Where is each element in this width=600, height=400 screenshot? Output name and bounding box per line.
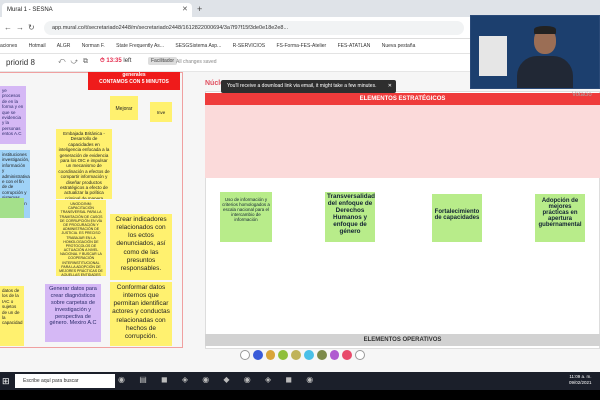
bookmark-item[interactable]: FS-Forma-FES-Atelier xyxy=(276,43,326,49)
sticker-toolbar xyxy=(240,348,366,362)
timer-unit: left xyxy=(123,58,132,64)
sticker-icon[interactable] xyxy=(291,350,302,360)
taskbar-search[interactable]: Escribe aquí para buscar xyxy=(15,374,115,388)
mural-title[interactable]: priorid 8 xyxy=(6,58,35,67)
strategic-header: ELEMENTOS ESTRATÉGICOS xyxy=(205,93,600,105)
background-shelf xyxy=(479,36,507,76)
person-hair xyxy=(534,26,556,34)
sticky-note[interactable]: Inve xyxy=(150,102,172,122)
banner-subtitle: generales xyxy=(122,72,146,78)
bookmark-item[interactable]: SESGSistema Asp... xyxy=(175,43,221,49)
sticker-icon[interactable] xyxy=(329,350,340,360)
browser-tab[interactable]: Mural 1 - SESNA ✕ xyxy=(2,3,192,17)
operativos-header: ELEMENTOS OPERATIVOS xyxy=(205,334,600,346)
close-icon[interactable]: ✕ xyxy=(182,3,188,17)
timer[interactable]: ⏱ 13:35 left xyxy=(100,58,131,65)
bookmark-item[interactable]: State Frequently As... xyxy=(116,43,164,49)
screen: Mural 1 - SESNA ✕ + ←→↻ app.mural.co/t/s… xyxy=(0,0,600,390)
nav-buttons[interactable]: ←→↻ xyxy=(4,23,39,32)
sticker-icon[interactable] xyxy=(265,350,276,360)
letterbox xyxy=(0,390,600,400)
banner: generales CONTAMOS CON 5 MINUTOS xyxy=(88,72,180,90)
download-toast[interactable]: You'll receive a download link via email… xyxy=(221,80,396,93)
windows-icon[interactable]: ⊞ xyxy=(2,376,12,386)
sticker-icon[interactable] xyxy=(304,350,314,360)
clock[interactable]: 11:09 a. m. 09/02/2021 xyxy=(569,374,592,387)
bookmark-item[interactable]: FES-ATATLAN xyxy=(338,43,371,49)
sticker-icon[interactable] xyxy=(278,350,289,360)
close-icon[interactable]: ✕ xyxy=(388,80,392,93)
mural-canvas[interactable]: generales CONTAMOS CON 5 MINUTOS Mejorar… xyxy=(0,72,600,372)
sticky-note[interactable]: ye procesos de en la forma y en que se e… xyxy=(0,86,26,144)
bookmark-item[interactable]: aciones xyxy=(0,43,17,49)
bookmark-item[interactable]: ALGR xyxy=(57,43,71,49)
video-thumbnail[interactable] xyxy=(470,15,600,89)
bookmark-item[interactable]: Nueva pestaña xyxy=(382,43,416,49)
sticky-note-small[interactable] xyxy=(0,198,24,218)
bookmark-item[interactable]: Norman F. xyxy=(82,43,105,49)
sticky-note[interactable]: Crear indicadores relacionados con los e… xyxy=(110,214,172,280)
banner-title: CONTAMOS CON 5 MINUTOS xyxy=(99,79,169,85)
sticker-icon[interactable] xyxy=(316,350,327,360)
sticky-note[interactable]: UNODC/INM: CAPACITACIÓN TRANSVERSAL PARA… xyxy=(56,200,106,276)
sticky-note[interactable]: Mejorar xyxy=(110,96,138,120)
strategic-element[interactable]: Adopción de mejores prácticas en apertur… xyxy=(535,194,585,242)
facilitator-badge[interactable]: Facilitador xyxy=(148,57,178,65)
sticky-note[interactable]: Embajada Británica - Desarrollo de capac… xyxy=(56,129,112,199)
user-icon[interactable] xyxy=(252,350,263,360)
sticker-icon[interactable] xyxy=(342,350,353,360)
sticky-note[interactable]: Generar datos para crear diagnósticos so… xyxy=(45,284,101,342)
url-field[interactable]: app.mural.co/t/secretariado2448/m/secret… xyxy=(44,21,464,35)
sticky-note[interactable]: datos de los de la IAC o sujetos de un d… xyxy=(0,286,24,346)
bookmark-item[interactable]: Hotmail xyxy=(29,43,46,49)
autosave-status: All changes saved xyxy=(176,59,217,65)
new-tab-icon[interactable]: + xyxy=(197,4,202,14)
strategic-element[interactable]: Fortalecimiento de capacidades xyxy=(432,194,482,242)
bookmark-item[interactable]: R-SERVICIOS xyxy=(233,43,265,49)
date: 09/02/2021 xyxy=(569,380,592,386)
add-icon[interactable] xyxy=(355,350,366,360)
participant-label: Votacio xyxy=(572,92,592,98)
tool-icons[interactable]: ⤺⤻⧉ xyxy=(58,58,93,66)
tab-title: Mural 1 - SESNA xyxy=(7,7,53,13)
phone-icon[interactable] xyxy=(240,350,250,360)
strategic-element[interactable]: Transversalidad del enfoque de Derechos … xyxy=(325,192,375,242)
person-body xyxy=(517,56,573,88)
toast-text: You'll receive a download link via email… xyxy=(227,83,377,89)
sticky-note[interactable]: Conformar datos internos que permitan id… xyxy=(110,282,172,346)
strategic-element[interactable]: Uso de información y criterios homologad… xyxy=(220,192,272,242)
timer-value: 13:35 xyxy=(106,58,122,64)
pink-area xyxy=(205,105,600,178)
taskbar: ⊞ Escribe aquí para buscar ◉ ▤ ◼ ◈ ◉ ◆ ◉… xyxy=(0,372,600,390)
taskbar-app-icons[interactable]: ◉ ▤ ◼ ◈ ◉ ◆ ◉ ◈ ◼ ◉ xyxy=(118,375,319,384)
